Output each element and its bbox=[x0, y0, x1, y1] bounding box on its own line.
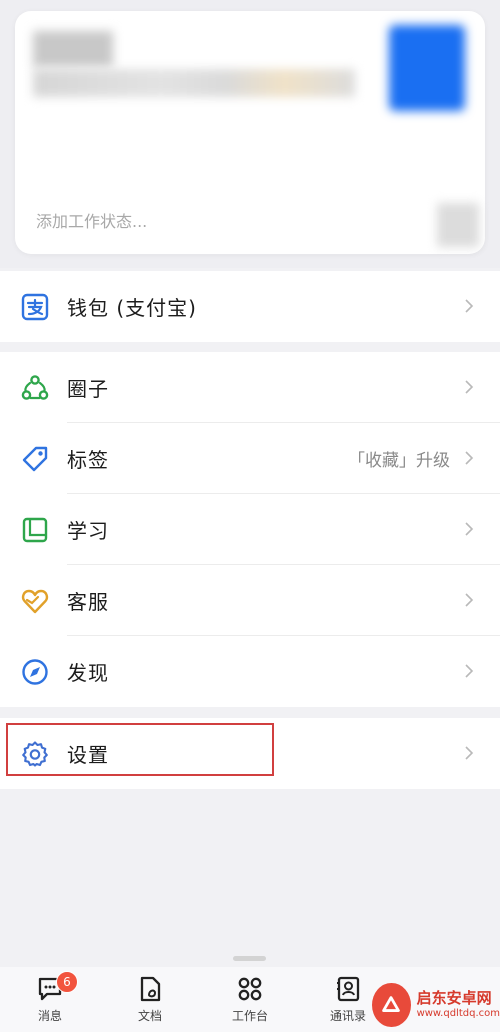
menu-item-label: 设置 bbox=[67, 743, 109, 767]
profile-area: 添加工作状态... bbox=[0, 0, 500, 268]
drag-handle[interactable] bbox=[233, 956, 266, 961]
compass-icon bbox=[22, 659, 48, 685]
chevron-right-icon bbox=[465, 664, 474, 678]
chevron-right-icon bbox=[465, 746, 474, 760]
tab-label: 消息 bbox=[37, 1009, 62, 1023]
heart-icon bbox=[21, 589, 49, 614]
site-watermark: 启东安卓网 www.qdltdq.com bbox=[372, 978, 500, 1032]
menu-item-learning[interactable]: 学习 bbox=[0, 494, 500, 565]
profile-card[interactable]: 添加工作状态... bbox=[15, 11, 485, 254]
menu-item-wallet[interactable]: 钱包 (支付宝) bbox=[0, 271, 500, 342]
menu-item-label: 圈子 bbox=[67, 377, 109, 401]
tab-messages[interactable]: 6 消息 bbox=[20, 971, 80, 1031]
menu-item-circle[interactable]: 圈子 bbox=[0, 352, 500, 423]
tab-label: 工作台 bbox=[231, 1009, 268, 1023]
menu-item-label: 标签 bbox=[67, 448, 109, 472]
menu-item-tags[interactable]: 标签 「收藏」升级 bbox=[0, 423, 500, 494]
menu-item-customer-service[interactable]: 客服 bbox=[0, 565, 500, 636]
wallet-group: 钱包 (支付宝) bbox=[0, 271, 500, 342]
tag-icon bbox=[22, 446, 48, 472]
book-icon bbox=[22, 517, 48, 543]
chevron-right-icon bbox=[465, 299, 474, 313]
contacts-icon bbox=[337, 976, 360, 1002]
menu-item-settings[interactable]: 设置 bbox=[0, 718, 500, 789]
qr-code-icon[interactable] bbox=[437, 203, 479, 247]
blurred-user-info bbox=[33, 69, 355, 97]
main-menu-group: 圈子 标签 「收藏」升级 学习 客服 发现 bbox=[0, 352, 500, 707]
blurred-user-name bbox=[33, 31, 113, 67]
chevron-right-icon bbox=[465, 593, 474, 607]
grid-icon bbox=[238, 977, 262, 1001]
work-status-placeholder[interactable]: 添加工作状态... bbox=[36, 208, 147, 232]
gear-icon bbox=[22, 741, 48, 767]
watermark-logo-icon bbox=[372, 983, 411, 1027]
chevron-right-icon bbox=[465, 380, 474, 394]
tab-label: 文档 bbox=[137, 1009, 162, 1023]
tab-workbench[interactable]: 工作台 bbox=[220, 975, 280, 1031]
favorites-upgrade-note: 「收藏」升级 bbox=[348, 451, 450, 471]
menu-item-label: 钱包 (支付宝) bbox=[67, 296, 197, 320]
unread-badge: 6 bbox=[56, 971, 78, 993]
menu-item-label: 学习 bbox=[67, 519, 109, 543]
tab-label: 通讯录 bbox=[329, 1009, 366, 1023]
avatar[interactable] bbox=[389, 25, 465, 111]
watermark-title: 启东安卓网 bbox=[416, 989, 492, 1007]
menu-item-label: 客服 bbox=[67, 590, 109, 614]
settings-group: 设置 bbox=[0, 718, 500, 789]
tab-documents[interactable]: 文档 bbox=[120, 975, 180, 1031]
menu-item-label: 发现 bbox=[67, 661, 109, 685]
alipay-icon bbox=[21, 293, 49, 321]
document-icon bbox=[140, 976, 161, 1002]
chevron-right-icon bbox=[465, 522, 474, 536]
circle-group-icon bbox=[21, 375, 49, 400]
menu-item-discover[interactable]: 发现 bbox=[0, 636, 500, 707]
tab-contacts[interactable]: 通讯录 bbox=[318, 975, 378, 1031]
chevron-right-icon bbox=[465, 451, 474, 465]
watermark-url: www.qdltdq.com bbox=[416, 1008, 500, 1019]
